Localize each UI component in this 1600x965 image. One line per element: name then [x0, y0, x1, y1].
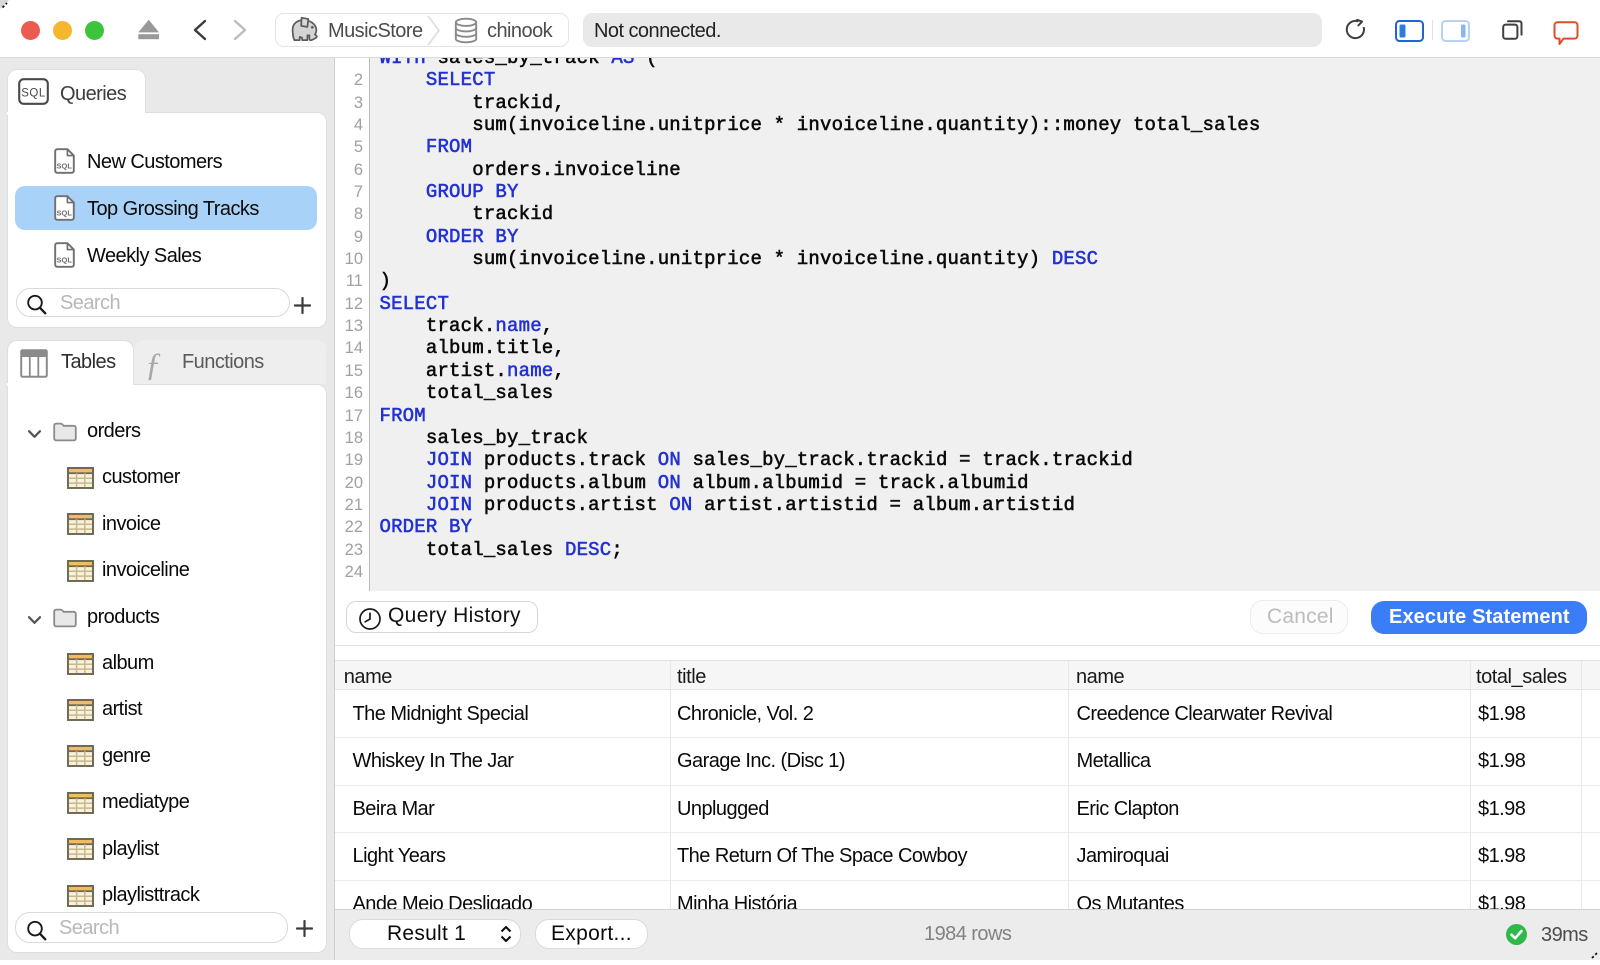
svg-text:SQL: SQL	[56, 256, 72, 265]
svg-text:SQL: SQL	[21, 88, 46, 100]
svg-text:SQL: SQL	[56, 209, 72, 218]
svg-text:SQL: SQL	[56, 162, 72, 171]
